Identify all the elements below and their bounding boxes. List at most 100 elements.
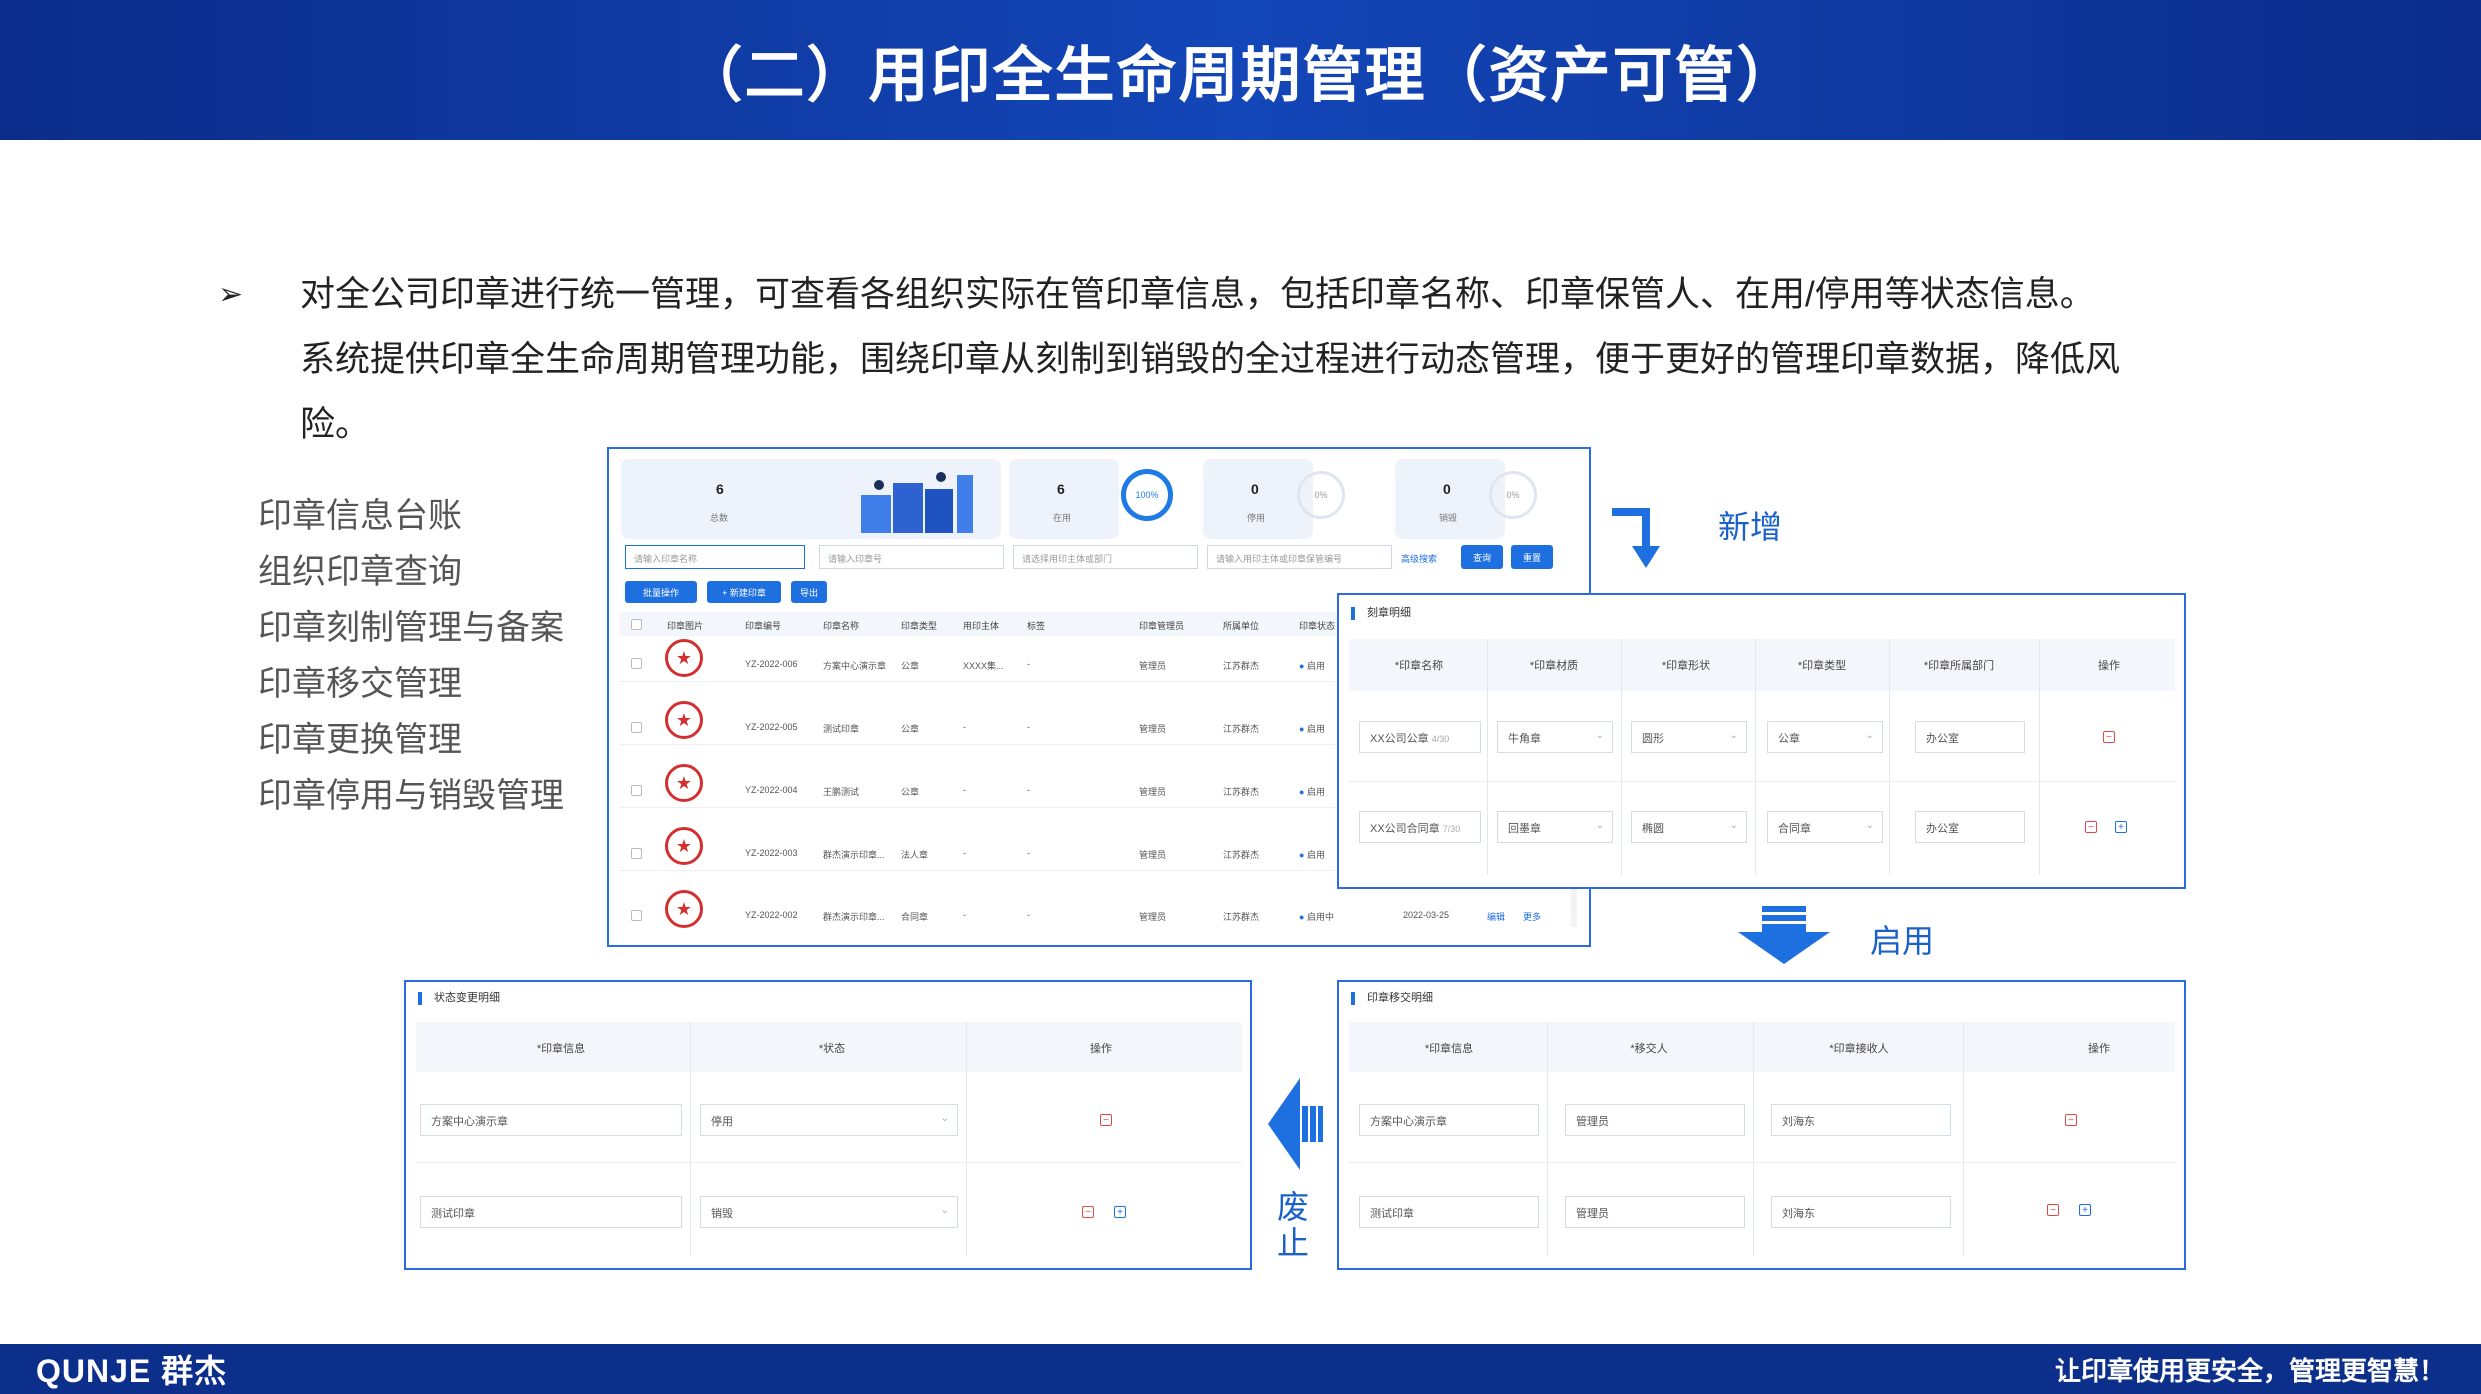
column-header: *印章材质: [1529, 660, 1579, 672]
column-header: 印章状态: [1299, 621, 1336, 631]
shape-select[interactable]: 圆形 ⌄: [1631, 721, 1747, 753]
row-checkbox[interactable]: [631, 848, 642, 859]
column-header: *移交人: [1630, 1043, 1668, 1055]
keeper-input[interactable]: 请输入用印主体或印章保管编号: [1207, 545, 1392, 569]
transferor-field[interactable]: 管理员: [1565, 1196, 1745, 1228]
batch-operation-button[interactable]: 批量操作: [625, 581, 697, 603]
subject-select[interactable]: 请选择用印主体或部门: [1013, 545, 1198, 569]
dept-field[interactable]: 办公室: [1915, 811, 2025, 843]
field-value: 测试印章: [431, 1208, 475, 1220]
status-text: 启用: [1306, 787, 1325, 797]
new-seal-button[interactable]: + 新建印章: [707, 581, 781, 603]
transferor-field[interactable]: 管理员: [1565, 1104, 1745, 1136]
column-header: 印章类型: [901, 621, 938, 631]
status-select[interactable]: 销毁 ⌄: [700, 1196, 958, 1228]
description-line: 系统提供印章全生命周期管理功能，围绕印章从刻制到销毁的全过程进行动态管理，便于更…: [300, 340, 2121, 379]
seal-name-input[interactable]: 请输入印章名称: [625, 545, 805, 569]
field-value: 办公室: [1926, 823, 1959, 835]
chevron-down-icon: ⌄: [1595, 730, 1604, 741]
seal-info-field[interactable]: 方案中心演示章: [1359, 1104, 1539, 1136]
seal-name-field[interactable]: XX公司公章 4/30: [1359, 721, 1481, 753]
section-title: 印章移交明细: [1351, 992, 1433, 1005]
material-select[interactable]: 牛角章 ⌄: [1497, 721, 1613, 753]
column-header: *印章形状: [1661, 660, 1711, 672]
field-value: 管理员: [1576, 1208, 1609, 1220]
field-value: 公章: [1778, 733, 1800, 745]
field-value: 办公室: [1926, 733, 1959, 745]
seal-info-field[interactable]: 测试印章: [420, 1196, 682, 1228]
status-text: 启用中: [1306, 912, 1334, 922]
delete-icon[interactable]: −: [2103, 731, 2115, 743]
chevron-down-icon: ⌄: [1865, 730, 1874, 741]
column-header: 操作: [2088, 1043, 2110, 1055]
row-checkbox[interactable]: [631, 722, 642, 733]
delete-icon[interactable]: −: [1082, 1206, 1094, 1218]
flow-arrow-left-icon: [1268, 1078, 1323, 1170]
seal-image-icon: ★: [665, 701, 703, 739]
status-text: 启用: [1306, 850, 1325, 860]
column-divider: [966, 1022, 967, 1256]
feature-item: 印章信息台账: [258, 497, 462, 535]
chevron-down-icon: ⌄: [1595, 820, 1604, 831]
seal-name: 方案中心演示章: [823, 661, 887, 671]
column-divider: [2039, 639, 2040, 875]
seal-name-field[interactable]: XX公司合同章 7/30: [1359, 811, 1481, 843]
query-button[interactable]: 查询: [1461, 545, 1503, 569]
column-divider: [1963, 1022, 1964, 1256]
type-select[interactable]: 合同章 ⌄: [1767, 811, 1883, 843]
receiver-field[interactable]: 刘海东: [1771, 1196, 1951, 1228]
seal-code: YZ-2022-006: [745, 659, 798, 669]
select-all-checkbox[interactable]: [631, 619, 642, 630]
row-divider: [1349, 781, 2175, 782]
material-select[interactable]: 回墨章 ⌄: [1497, 811, 1613, 843]
column-divider: [1753, 1022, 1754, 1256]
add-icon[interactable]: +: [1114, 1206, 1126, 1218]
row-checkbox[interactable]: [631, 910, 642, 921]
field-value: 合同章: [1778, 823, 1811, 835]
more-link[interactable]: 更多: [1523, 910, 1541, 923]
type-select[interactable]: 公章 ⌄: [1767, 721, 1883, 753]
column-header: *印章类型: [1797, 660, 1847, 672]
stat-label: 停用: [1247, 513, 1266, 523]
field-value: 刘海东: [1782, 1116, 1815, 1128]
row-checkbox[interactable]: [631, 785, 642, 796]
field-value: 销毁: [711, 1208, 733, 1220]
column-header: 操作: [2098, 660, 2120, 672]
field-value: XX公司合同章: [1370, 823, 1440, 835]
seal-image-icon: ★: [665, 764, 703, 802]
seal-type: 法人章: [901, 850, 929, 860]
add-icon[interactable]: +: [2115, 821, 2127, 833]
advanced-search-link[interactable]: 高级搜索: [1401, 552, 1437, 565]
edit-link[interactable]: 编辑: [1487, 910, 1505, 923]
seal-info-field[interactable]: 测试印章: [1359, 1196, 1539, 1228]
seal-subject: -: [963, 910, 966, 920]
row-checkbox[interactable]: [631, 658, 642, 669]
column-header: *印章信息: [536, 1043, 586, 1055]
field-value: 停用: [711, 1116, 733, 1128]
delete-icon[interactable]: −: [2047, 1204, 2059, 1216]
column-header: 印章图片: [667, 621, 704, 631]
column-header: 印章管理员: [1139, 621, 1185, 631]
receiver-field[interactable]: 刘海东: [1771, 1104, 1951, 1136]
field-value: 方案中心演示章: [431, 1116, 508, 1128]
stat-card-active: 6 在用: [1009, 459, 1119, 539]
dept-field[interactable]: 办公室: [1915, 721, 2025, 753]
shape-select[interactable]: 椭圆 ⌄: [1631, 811, 1747, 843]
status-badge: ● 启用: [1299, 787, 1325, 797]
delete-icon[interactable]: −: [1100, 1114, 1112, 1126]
add-icon[interactable]: +: [2079, 1204, 2091, 1216]
export-button[interactable]: 导出: [791, 581, 827, 603]
delete-icon[interactable]: −: [2065, 1114, 2077, 1126]
seal-unit: 江苏群杰: [1223, 787, 1260, 797]
status-badge: ● 启用: [1299, 850, 1325, 860]
stat-value: 6: [1057, 481, 1065, 497]
description-line: 对全公司印章进行统一管理，可查看各组织实际在管印章信息，包括印章名称、印章保管人…: [300, 275, 2095, 314]
seal-info-field[interactable]: 方案中心演示章: [420, 1104, 682, 1136]
delete-icon[interactable]: −: [2085, 821, 2097, 833]
reset-button[interactable]: 重置: [1511, 545, 1553, 569]
seal-code-input[interactable]: 请输入印章号: [819, 545, 1004, 569]
status-select[interactable]: 停用 ⌄: [700, 1104, 958, 1136]
seal-tag: -: [1027, 910, 1030, 920]
column-header: 印章名称: [823, 621, 860, 631]
chevron-down-icon: ⌄: [1729, 820, 1738, 831]
